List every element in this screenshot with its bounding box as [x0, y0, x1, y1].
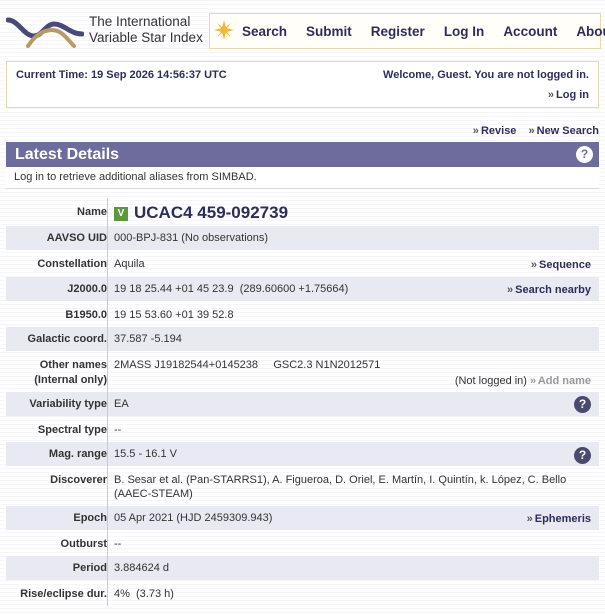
nav-register[interactable]: Register [371, 24, 425, 39]
epoch-label: Epoch [73, 512, 107, 524]
period-label: Period [72, 562, 107, 574]
double-chevron-icon: » [526, 513, 533, 525]
outburst-value: -- [114, 538, 122, 550]
nav-search[interactable]: Search [242, 24, 287, 39]
row-discoverer: Discoverer B. Sesar et al. (Pan-STARRS1)… [6, 466, 599, 506]
b1950-value: 19 15 53.60 +01 39 52.8 [114, 309, 234, 321]
sun-icon [214, 20, 234, 40]
row-outburst: Outburst -- [6, 530, 599, 556]
revise-link[interactable]: » Revise [473, 125, 517, 137]
other-names-label: Other names [39, 359, 107, 371]
other-names-value: 2MASS J19182544+0145238 GSC2.3 N1N201257… [114, 359, 381, 371]
j2000-value: 19 18 25.44 +01 45 23.9 (289.60600 +1.75… [114, 283, 349, 295]
constellation-value: Aquila [114, 258, 145, 270]
spectral-value: -- [114, 424, 122, 436]
constellation-label: Constellation [37, 258, 107, 270]
rise-label: Rise/eclipse dur. [20, 588, 107, 600]
revise-label: Revise [480, 125, 517, 137]
mag-value: 15.5 - 16.1 V [114, 448, 177, 460]
nav-about[interactable]: About [576, 24, 605, 39]
ephemeris-link[interactable]: » Ephemeris [527, 513, 591, 525]
uid-label: AAVSO UID [46, 232, 107, 244]
new-search-link[interactable]: » New Search [528, 125, 599, 137]
discoverer-label: Discoverer [50, 474, 107, 486]
search-nearby-label: Search nearby [515, 284, 591, 296]
site-title-line2: Variable Star Index [89, 30, 203, 45]
row-uid: AAVSO UID 000-BPJ-831 (No observations) [6, 226, 599, 250]
double-chevron-icon: » [530, 259, 537, 271]
rise-value: 4% (3.73 h) [114, 588, 174, 600]
b1950-label: B1950.0 [65, 309, 107, 321]
double-chevron-icon: » [547, 89, 554, 101]
row-other-names: Other names (Internal only) 2MASS J19182… [6, 351, 599, 392]
variability-help-icon[interactable]: ? [574, 396, 591, 413]
row-mag-range: Mag. range 15.5 - 16.1 V ? [6, 442, 599, 466]
site-title-line1: The International [89, 14, 191, 29]
uid-value: 000-BPJ-831 (No observations) [114, 232, 269, 244]
mag-help-icon[interactable]: ? [574, 447, 591, 464]
double-chevron-icon: » [472, 125, 479, 137]
login-link[interactable]: » Log in [548, 89, 589, 101]
ephemeris-label: Ephemeris [534, 513, 591, 525]
row-period: Period 3.884624 d [6, 556, 599, 580]
add-name-row: (Not logged in) » Add name [455, 375, 591, 387]
other-names-sublabel: (Internal only) [34, 374, 107, 386]
row-rise-duration: Rise/eclipse dur. 4% (3.73 h) [6, 580, 599, 606]
row-variability: Variability type EA ? [6, 392, 599, 416]
session-status: Current Time: 19 Sep 2026 14:56:37 UTC W… [6, 61, 599, 108]
name-value: V UCAC4 459-092739 [114, 203, 288, 223]
current-time: Current Time: 19 Sep 2026 14:56:37 UTC [16, 69, 227, 81]
nav-account[interactable]: Account [503, 24, 557, 39]
vsx-logo[interactable] [6, 14, 84, 48]
simbad-note: Log in to retrieve additional aliases fr… [6, 167, 599, 189]
add-name-label: Add name [537, 375, 591, 387]
new-search-label: New Search [536, 125, 599, 137]
site-title[interactable]: The International Variable Star Index [89, 14, 203, 46]
discoverer-line1: B. Sesar et al. (Pan-STARRS1), A. Figuer… [114, 474, 567, 486]
galactic-label: Galactic coord. [27, 333, 107, 345]
variability-value: EA [114, 398, 129, 410]
login-link-label: Log in [556, 89, 589, 101]
main-nav: Search Submit Register Log In Account Ab… [209, 13, 605, 49]
j2000-label: J2000.0 [67, 283, 107, 295]
double-chevron-icon: » [506, 284, 513, 296]
row-spectral: Spectral type -- [6, 416, 599, 442]
panel-title-text: Latest Details [15, 146, 120, 163]
nav-submit[interactable]: Submit [306, 24, 352, 39]
discoverer-line2: (AAEC-STEAM) [114, 488, 193, 500]
double-chevron-icon: » [528, 125, 534, 137]
details-table: Name V UCAC4 459-092739 AAVSO UID 000-BPJ… [6, 198, 599, 606]
help-icon[interactable]: ? [576, 146, 593, 163]
period-value: 3.884624 d [114, 562, 170, 574]
row-constellation: Constellation Aquila » Sequence [6, 250, 599, 277]
search-nearby-link[interactable]: » Search nearby [507, 284, 591, 296]
variability-label: Variability type [29, 398, 107, 410]
double-chevron-icon: » [530, 375, 536, 387]
panel-title: Latest Details ? [6, 142, 599, 167]
vsx-badge: V [114, 207, 128, 221]
row-j2000: J2000.0 19 18 25.44 +01 45 23.9 (289.606… [6, 277, 599, 301]
outburst-label: Outburst [60, 538, 107, 550]
welcome-message: Welcome, Guest. You are not logged in. [383, 69, 589, 81]
galactic-value: 37.587 -5.194 [114, 333, 182, 345]
epoch-value: 05 Apr 2021 (HJD 2459309.943) [114, 512, 273, 524]
detail-actions: » Revise » New Search [473, 125, 599, 137]
nav-login[interactable]: Log In [444, 24, 485, 39]
name-label: Name [77, 206, 107, 218]
row-galactic: Galactic coord. 37.587 -5.194 [6, 327, 599, 351]
spectral-label: Spectral type [37, 424, 107, 436]
mag-label: Mag. range [48, 448, 107, 460]
add-name-link[interactable]: » Add name [530, 375, 591, 387]
not-logged-in-note: (Not logged in) [454, 375, 527, 387]
row-b1950: B1950.0 19 15 53.60 +01 39 52.8 [6, 301, 599, 327]
star-name: UCAC4 459-092739 [134, 203, 289, 222]
sequence-label: Sequence [539, 259, 591, 271]
sequence-link[interactable]: » Sequence [531, 259, 591, 271]
row-epoch: Epoch 05 Apr 2021 (HJD 2459309.943) » Ep… [6, 506, 599, 530]
row-name: Name V UCAC4 459-092739 [6, 198, 599, 226]
